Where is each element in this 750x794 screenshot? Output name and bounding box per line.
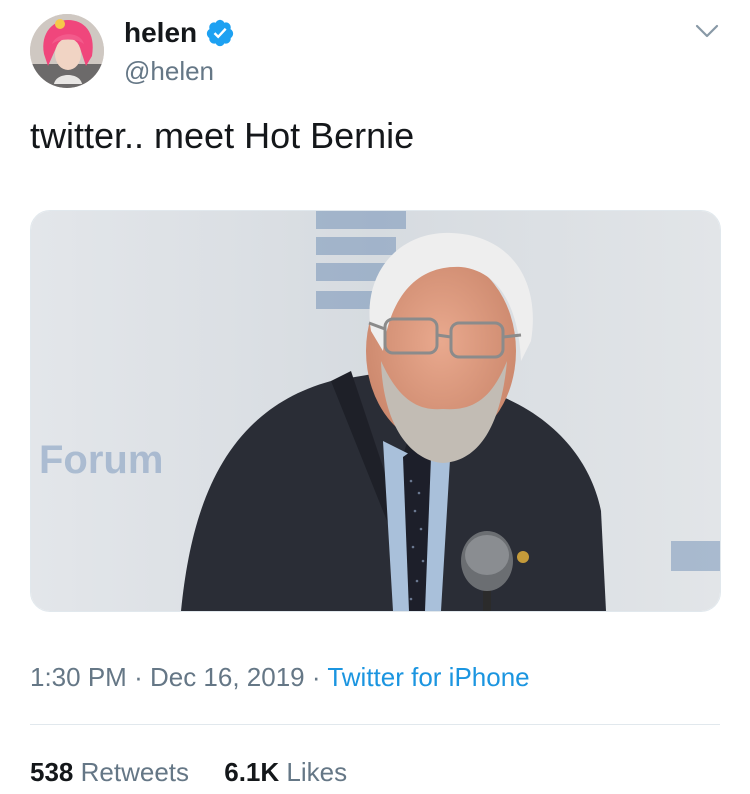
verified-badge-icon xyxy=(207,19,234,47)
tweet-stats: 538 Retweets 6.1K Likes xyxy=(30,756,347,788)
tweet-meta: 1:30 PM · Dec 16, 2019 · Twitter for iPh… xyxy=(30,660,530,694)
tweet-text: twitter.. meet Hot Bernie xyxy=(30,115,415,156)
author-name-row[interactable]: helen xyxy=(124,14,235,52)
tweet-source-link[interactable]: Twitter for iPhone xyxy=(327,662,529,692)
likes-stat[interactable]: 6.1K Likes xyxy=(224,757,347,787)
tweet-time[interactable]: 1:30 PM xyxy=(30,662,127,692)
tweet-date[interactable]: Dec 16, 2019 xyxy=(150,662,305,692)
meta-separator: · xyxy=(134,662,143,692)
tweet-card: helen @helen twitter.. meet Hot Bernie F… xyxy=(0,0,750,794)
retweets-count: 538 xyxy=(30,757,74,787)
media-image: Forum xyxy=(31,211,720,611)
chevron-down-icon[interactable] xyxy=(694,18,720,44)
retweets-stat[interactable]: 538 Retweets xyxy=(30,757,196,787)
divider xyxy=(30,724,720,725)
avatar[interactable] xyxy=(30,14,104,88)
likes-label: Likes xyxy=(286,757,348,787)
retweets-label: Retweets xyxy=(80,757,190,787)
likes-count: 6.1K xyxy=(224,757,280,787)
author-display-name[interactable]: helen xyxy=(124,14,197,52)
backdrop-text: Forum xyxy=(39,438,163,482)
tweet-media-photo[interactable]: Forum xyxy=(30,210,721,612)
avatar-photo xyxy=(30,14,104,88)
author-handle[interactable]: @helen xyxy=(124,54,214,88)
meta-separator: · xyxy=(311,662,321,692)
